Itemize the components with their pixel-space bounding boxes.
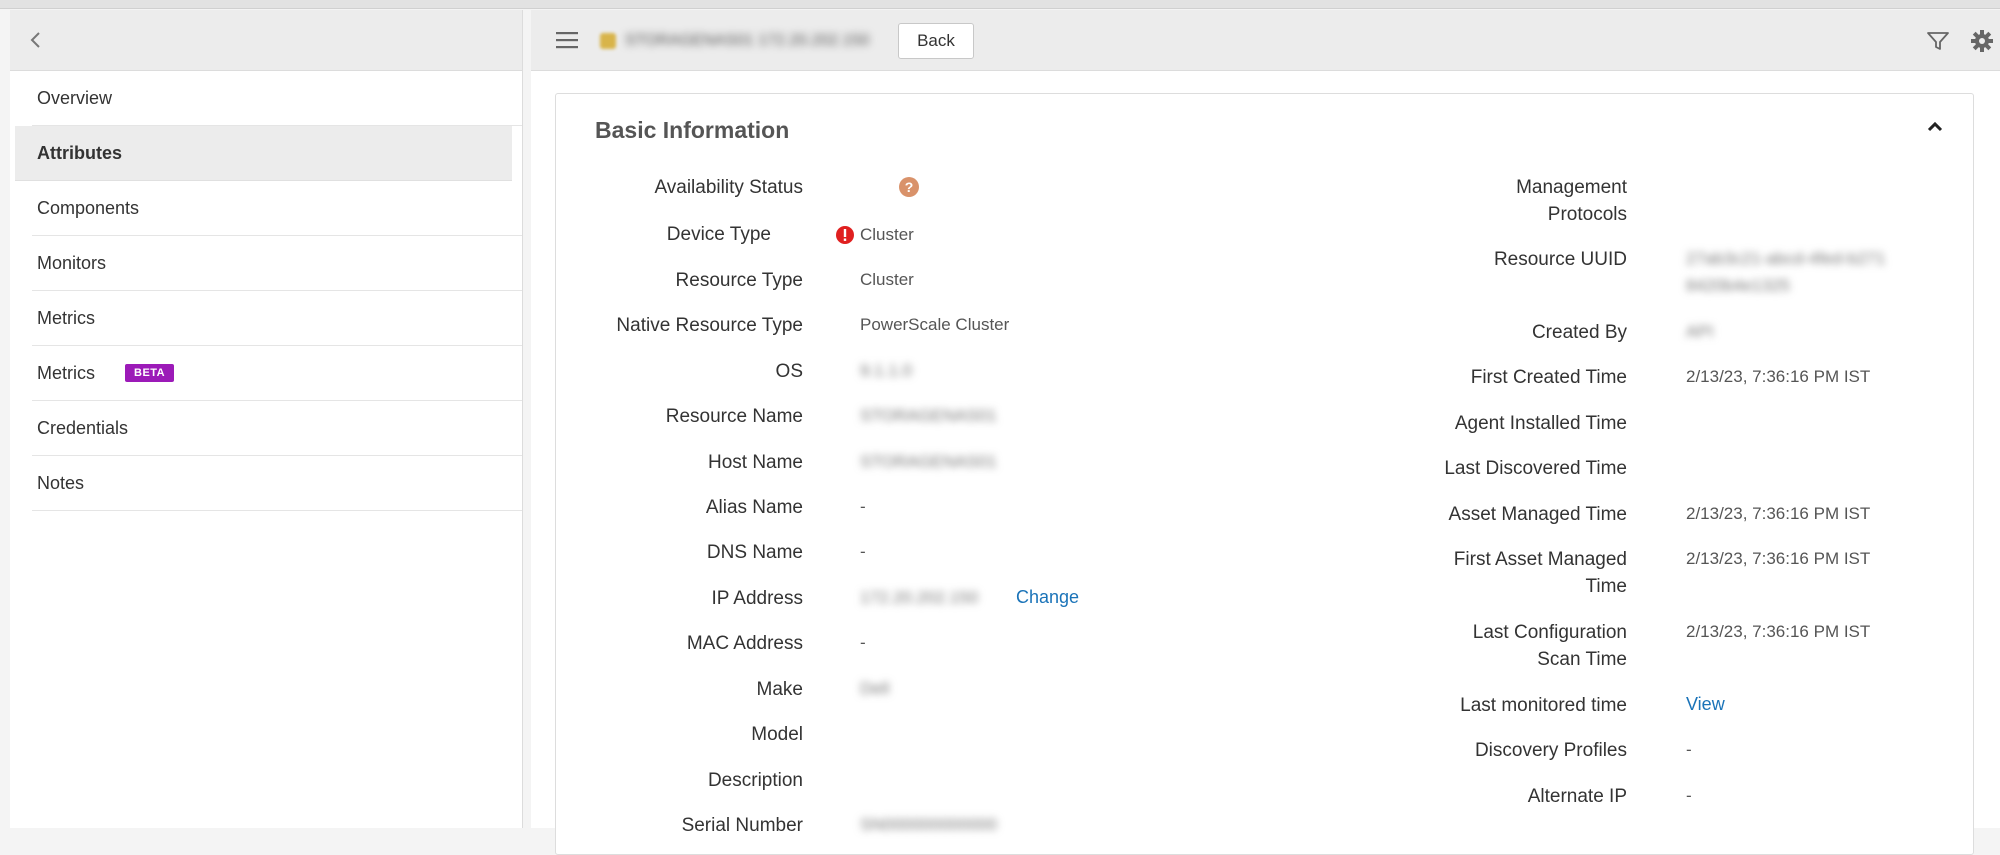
resource-name-value: STORAGENAS01 — [860, 406, 997, 425]
management-protocols-label: Management Protocols — [1516, 177, 1627, 225]
sidebar-header — [10, 10, 522, 71]
sidebar-item-label: Notes — [37, 472, 85, 493]
first-created-time-label: First Created Time — [1470, 367, 1627, 388]
sidebar-item-label: Components — [37, 197, 140, 218]
resource-type-label: Resource Type — [675, 270, 803, 291]
host-name-value: STORAGENAS01 — [860, 452, 997, 471]
gear-icon[interactable] — [1969, 28, 1995, 54]
resource-title: STORAGENAS01 172.20.202.150 — [625, 32, 870, 49]
view-last-monitored-link[interactable]: View — [1686, 691, 1725, 718]
ip-address-value: 172.20.202.150 — [860, 588, 979, 607]
native-resource-type-label: Native Resource Type — [616, 315, 803, 336]
sidebar-item-label: Metrics — [37, 362, 95, 383]
resource-icon — [600, 33, 616, 49]
make-value: Dell — [860, 679, 890, 698]
discovery-profiles-label: Discovery Profiles — [1474, 740, 1627, 761]
device-type-value: Cluster — [860, 225, 914, 244]
sidebar-item-label: Attributes — [37, 142, 122, 163]
host-name-label: Host Name — [707, 452, 803, 473]
beta-badge: BETA — [125, 364, 175, 382]
mac-address-value: - — [860, 633, 866, 652]
sidebar-item-notes[interactable]: Notes — [32, 456, 522, 511]
sidebar-item-credentials[interactable]: Credentials — [32, 401, 522, 456]
change-ip-link[interactable]: Change — [1016, 584, 1079, 611]
alert-icon[interactable] — [835, 225, 855, 250]
asset-managed-time-label: Asset Managed Time — [1448, 504, 1627, 525]
agent-installed-time-label: Agent Installed Time — [1454, 413, 1627, 434]
question-icon[interactable]: ? — [898, 176, 920, 203]
chevron-up-icon[interactable] — [1922, 114, 1948, 140]
sidebar-item-metrics-beta[interactable]: Metrics BETA — [32, 346, 522, 401]
last-configuration-scan-time-value: 2/13/23, 7:36:16 PM IST — [1686, 622, 1871, 641]
sidebar-item-label: Credentials — [37, 417, 129, 438]
resource-name-label: Resource Name — [665, 406, 803, 427]
last-discovered-time-label: Last Discovered Time — [1444, 458, 1627, 479]
sidebar: Overview Attributes Components Monitors … — [10, 10, 523, 828]
main-panel: STORAGENAS01 172.20.202.150 Back Basic I… — [531, 10, 2000, 855]
alias-name-value: - — [860, 497, 866, 516]
serial-number-value: SN000000000000 — [860, 815, 998, 834]
os-label: OS — [775, 361, 803, 382]
created-by-value: API — [1686, 322, 1714, 341]
sidebar-item-label: Overview — [37, 87, 113, 108]
first-asset-managed-time-value: 2/13/23, 7:36:16 PM IST — [1686, 549, 1871, 568]
first-created-time-value: 2/13/23, 7:36:16 PM IST — [1686, 367, 1871, 386]
dns-name-label: DNS Name — [706, 542, 803, 563]
hamburger-menu-icon[interactable] — [555, 30, 579, 50]
sidebar-item-label: Metrics — [37, 307, 95, 328]
native-resource-type-value: PowerScale Cluster — [860, 315, 1010, 334]
sidebar-item-components[interactable]: Components — [32, 181, 522, 236]
device-type-label: Device Type — [666, 224, 771, 245]
availability-status-label: Availability Status — [654, 177, 803, 198]
asset-managed-time-value: 2/13/23, 7:36:16 PM IST — [1686, 504, 1871, 523]
discovery-profiles-value: - — [1686, 740, 1692, 759]
resource-type-value: Cluster — [860, 270, 914, 289]
svg-text:?: ? — [905, 179, 914, 195]
alternate-ip-label: Alternate IP — [1527, 786, 1627, 807]
last-monitored-time-label: Last monitored time — [1460, 695, 1627, 716]
toolbar: STORAGENAS01 172.20.202.150 Back — [531, 10, 2000, 71]
created-by-label: Created By — [1531, 322, 1627, 343]
alternate-ip-value: - — [1686, 786, 1692, 805]
first-asset-managed-time-label: First Asset Managed Time — [1453, 549, 1627, 597]
card-title: Basic Information — [595, 117, 790, 143]
mac-address-label: MAC Address — [686, 633, 803, 654]
sidebar-item-metrics[interactable]: Metrics — [32, 291, 522, 346]
chevron-left-icon[interactable] — [24, 28, 48, 52]
sidebar-item-overview[interactable]: Overview — [32, 71, 522, 126]
model-label: Model — [751, 724, 803, 745]
resource-uuid-label: Resource UUID — [1493, 249, 1627, 270]
back-button[interactable]: Back — [898, 23, 974, 59]
last-configuration-scan-time-label: Last Configuration Scan Time — [1472, 622, 1627, 670]
dns-name-value: - — [860, 542, 866, 561]
serial-number-label: Serial Number — [681, 815, 803, 836]
sidebar-item-attributes[interactable]: Attributes — [15, 126, 512, 181]
sidebar-item-monitors[interactable]: Monitors — [32, 236, 522, 291]
description-label: Description — [707, 770, 803, 791]
make-label: Make — [756, 679, 803, 700]
sidebar-item-label: Monitors — [37, 252, 107, 273]
os-value: 9.1.1.0 — [860, 361, 912, 380]
ip-address-label: IP Address — [711, 588, 803, 609]
top-border — [0, 0, 2000, 9]
filter-icon[interactable] — [1925, 28, 1951, 54]
basic-information-card: Basic Information Availability Status ? … — [555, 93, 1974, 855]
resource-uuid-value: 27ab3c21-abcd-4fed-b271 8420b4e1325 — [1686, 249, 1886, 295]
alias-name-label: Alias Name — [705, 497, 803, 518]
